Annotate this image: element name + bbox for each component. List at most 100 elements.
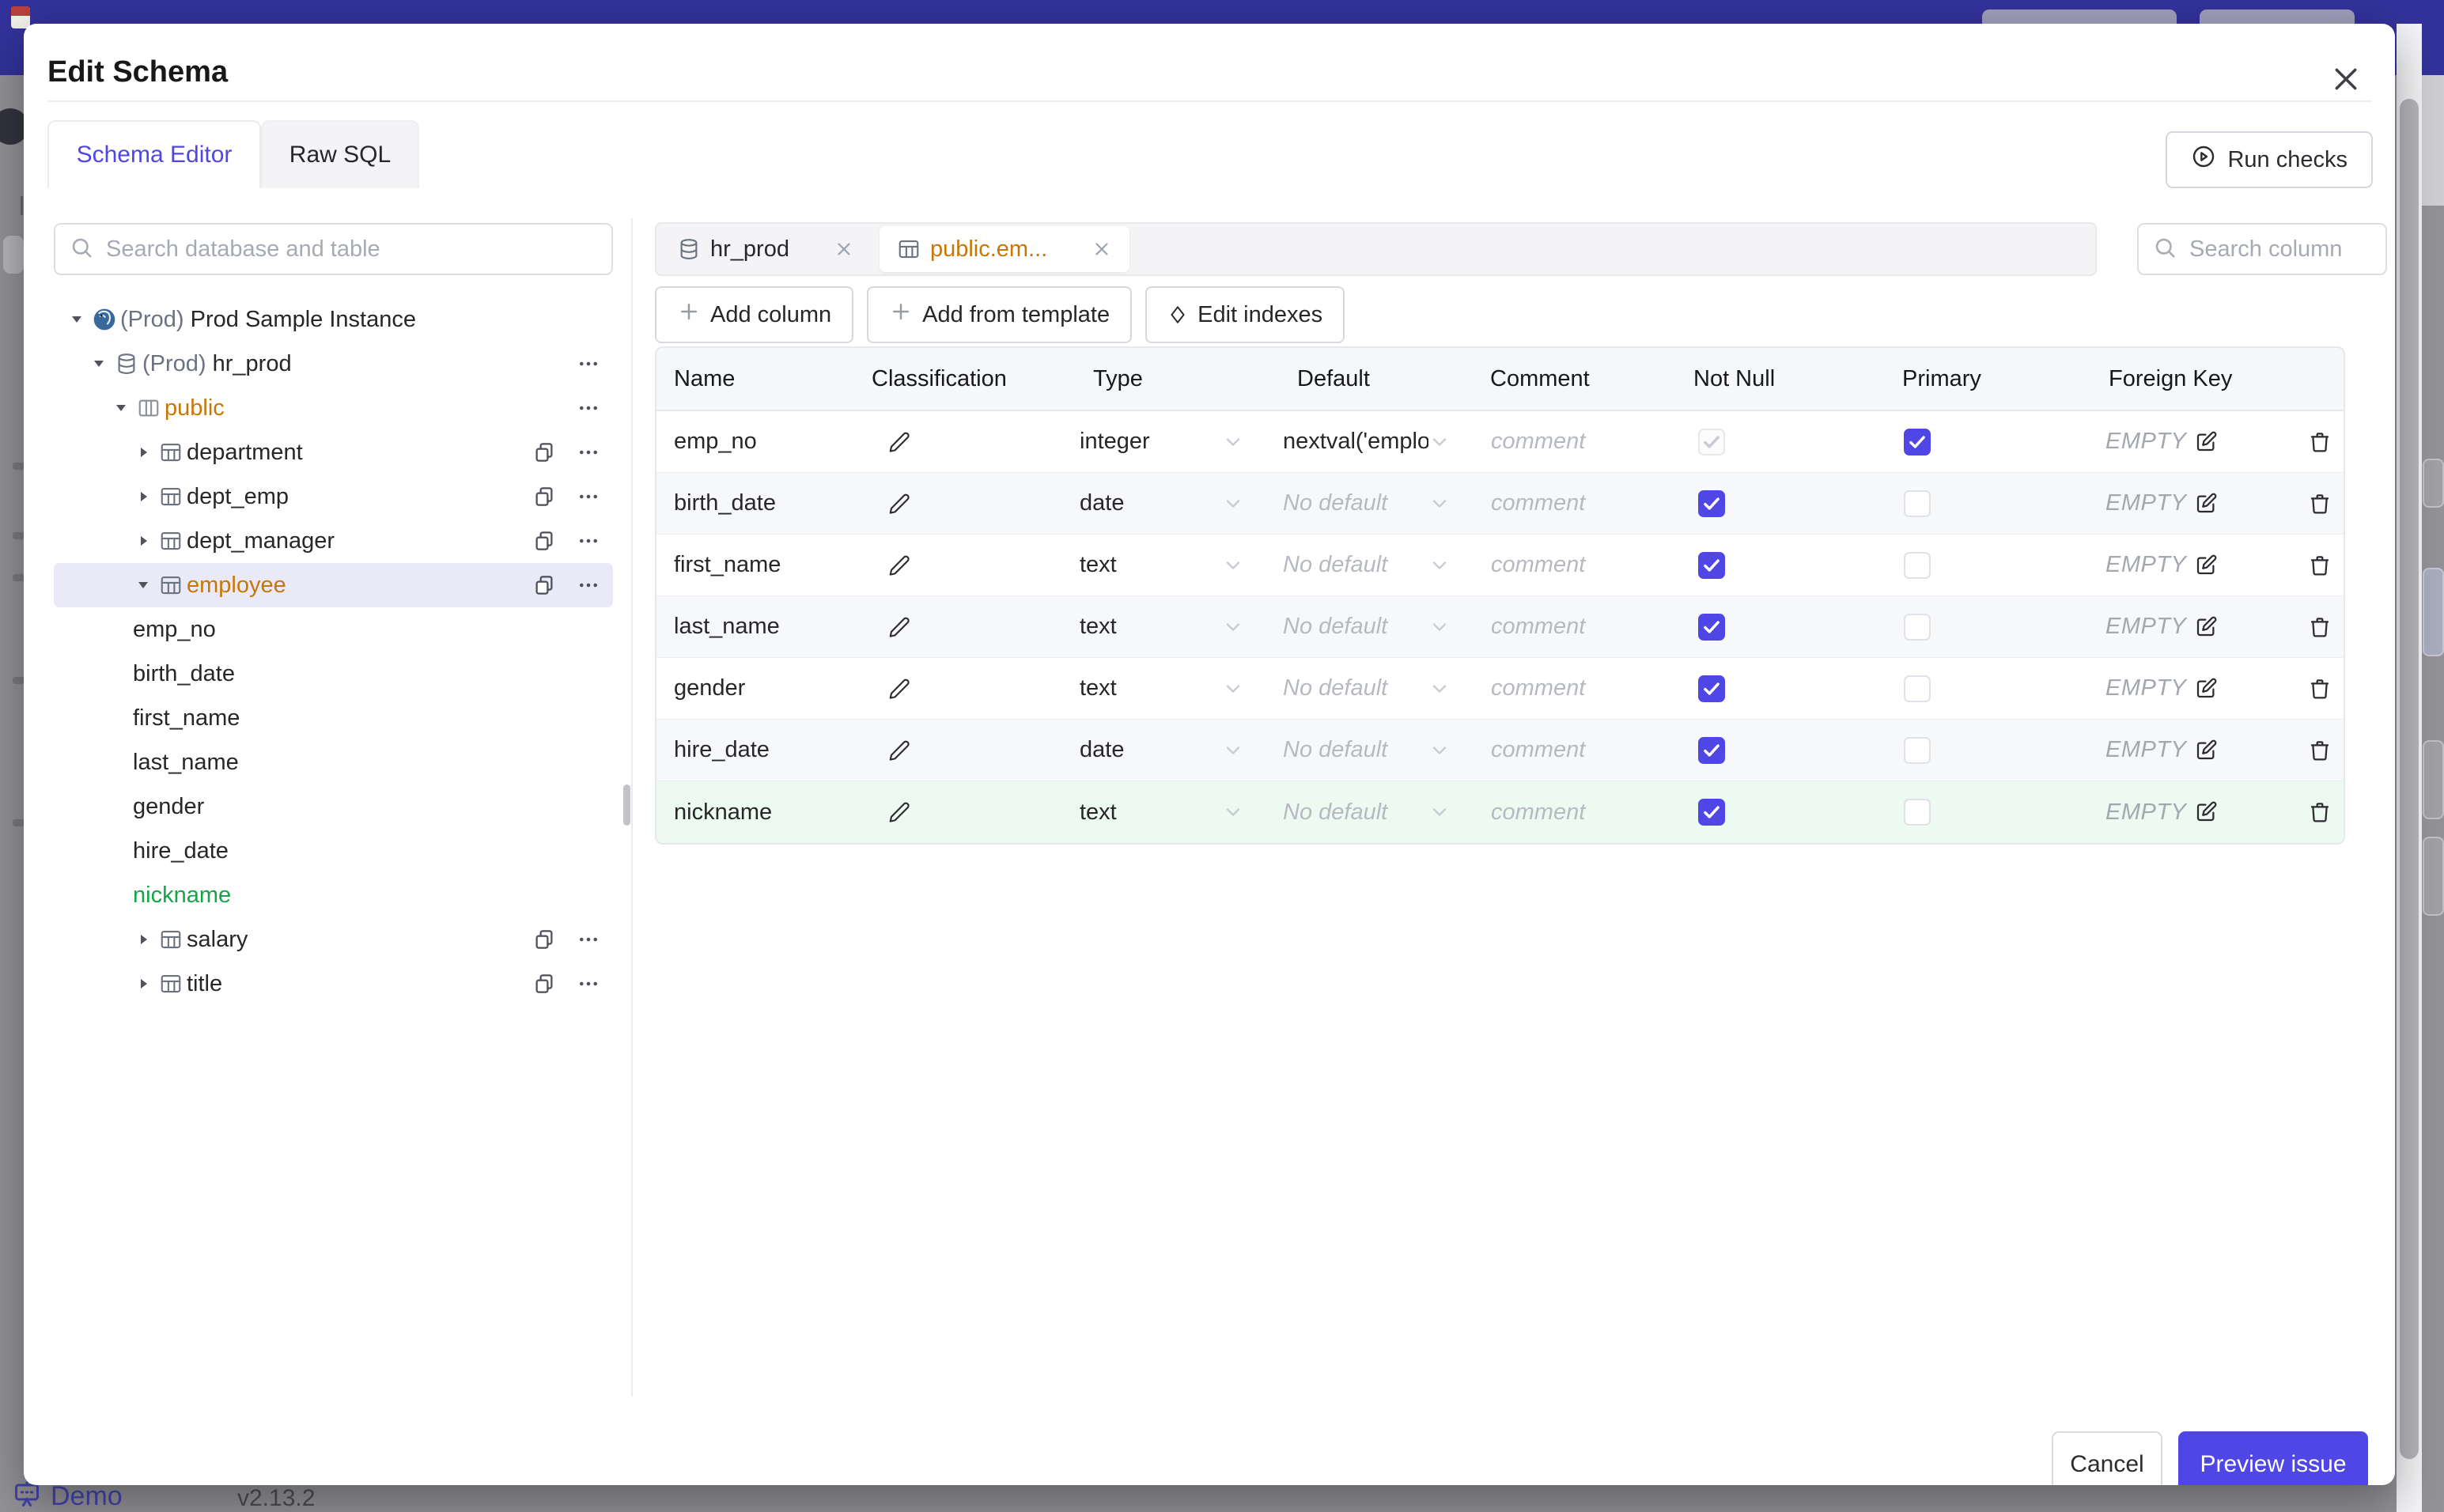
checkbox-checked[interactable] [1698, 736, 1725, 764]
tree-item-title[interactable]: title [54, 962, 613, 1006]
comment-input[interactable]: comment [1481, 781, 1674, 843]
comment-input[interactable]: comment [1481, 658, 1674, 719]
more-options-icon[interactable] [577, 928, 600, 951]
caret-right-icon[interactable] [131, 489, 155, 505]
caret-down-icon[interactable] [87, 356, 111, 372]
more-options-icon[interactable] [577, 352, 600, 376]
default-select[interactable]: No default [1262, 781, 1481, 843]
page-scrollbar-thumb[interactable] [2400, 99, 2419, 1459]
delete-column-icon[interactable] [2307, 799, 2332, 825]
copy-icon[interactable] [532, 928, 556, 951]
type-select[interactable]: text [1056, 658, 1262, 719]
close-icon[interactable] [2329, 62, 2363, 96]
tree-item-department[interactable]: department [54, 430, 613, 474]
pencil-icon[interactable] [887, 800, 911, 824]
tree-column-birth_date[interactable]: birth_date [54, 652, 613, 696]
copy-icon[interactable] [532, 972, 556, 996]
caret-down-icon[interactable] [109, 400, 133, 416]
edit-fk-icon[interactable] [2194, 615, 2218, 639]
pencil-icon[interactable] [887, 677, 911, 701]
comment-input[interactable]: comment [1481, 473, 1674, 534]
more-options-icon[interactable] [577, 440, 600, 464]
checkbox-checked[interactable] [1698, 428, 1725, 455]
comment-input[interactable]: comment [1481, 720, 1674, 781]
tab-hr-prod[interactable]: hr_prod [660, 226, 872, 272]
edit-indexes-button[interactable]: Edit indexes [1145, 286, 1345, 343]
close-tab-icon[interactable] [834, 239, 854, 259]
pencil-icon[interactable] [887, 615, 911, 639]
column-name-cell[interactable]: nickname [656, 781, 849, 843]
tree-column-last_name[interactable]: last_name [54, 740, 613, 784]
type-select[interactable]: text [1056, 535, 1262, 595]
caret-down-icon[interactable] [131, 577, 155, 593]
tree-search-input[interactable] [104, 235, 597, 263]
checkbox-checked[interactable] [1698, 551, 1725, 579]
column-name-cell[interactable]: last_name [656, 596, 849, 657]
delete-column-icon[interactable] [2307, 553, 2332, 578]
type-select[interactable]: text [1056, 781, 1262, 843]
add-from-template-button[interactable]: Add from template [867, 286, 1133, 343]
default-select[interactable]: No default [1262, 596, 1481, 657]
comment-input[interactable]: comment [1481, 535, 1674, 595]
checkbox[interactable] [1904, 736, 1931, 764]
caret-right-icon[interactable] [131, 976, 155, 992]
caret-right-icon[interactable] [131, 533, 155, 549]
checkbox-checked[interactable] [1698, 613, 1725, 641]
more-options-icon[interactable] [577, 529, 600, 553]
comment-input[interactable]: comment [1481, 596, 1674, 657]
more-options-icon[interactable] [577, 972, 600, 996]
tree-column-gender[interactable]: gender [54, 784, 613, 829]
caret-right-icon[interactable] [131, 932, 155, 947]
copy-icon[interactable] [532, 573, 556, 597]
comment-input[interactable]: comment [1481, 411, 1674, 472]
delete-column-icon[interactable] [2307, 491, 2332, 516]
default-select[interactable]: No default [1262, 720, 1481, 781]
column-name-cell[interactable]: emp_no [656, 411, 849, 472]
edit-fk-icon[interactable] [2194, 739, 2218, 762]
checkbox-checked[interactable] [1698, 490, 1725, 517]
type-select[interactable]: integer [1056, 411, 1262, 472]
delete-column-icon[interactable] [2307, 738, 2332, 763]
checkbox[interactable] [1904, 490, 1931, 517]
delete-column-icon[interactable] [2307, 614, 2332, 640]
checkbox-checked[interactable] [1698, 799, 1725, 826]
pencil-icon[interactable] [887, 430, 911, 454]
edit-fk-icon[interactable] [2194, 430, 2218, 454]
pencil-icon[interactable] [887, 739, 911, 762]
checkbox[interactable] [1904, 613, 1931, 641]
run-checks-button[interactable]: Run checks [2166, 131, 2373, 188]
edit-fk-icon[interactable] [2194, 492, 2218, 516]
close-tab-icon[interactable] [1091, 239, 1112, 259]
pencil-icon[interactable] [887, 492, 911, 516]
column-name-cell[interactable]: birth_date [656, 473, 849, 534]
checkbox[interactable] [1904, 799, 1931, 826]
tree-column-first_name[interactable]: first_name [54, 696, 613, 740]
column-name-cell[interactable]: gender [656, 658, 849, 719]
tab-raw-sql[interactable]: Raw SQL [261, 120, 419, 188]
type-select[interactable]: text [1056, 596, 1262, 657]
tab-public-employee[interactable]: public.em... [879, 226, 1130, 272]
checkbox[interactable] [1904, 675, 1931, 702]
type-select[interactable]: date [1056, 473, 1262, 534]
delete-column-icon[interactable] [2307, 676, 2332, 701]
add-column-button[interactable]: Add column [655, 286, 854, 343]
checkbox-checked[interactable] [1698, 675, 1725, 702]
tree-column-hire_date[interactable]: hire_date [54, 829, 613, 873]
cancel-button[interactable]: Cancel [2052, 1431, 2162, 1485]
edit-fk-icon[interactable] [2194, 800, 2218, 824]
tree-column-emp_no[interactable]: emp_no [54, 607, 613, 652]
default-select[interactable]: No default [1262, 473, 1481, 534]
tree-item-employee[interactable]: employee [54, 563, 613, 607]
pencil-icon[interactable] [887, 554, 911, 577]
default-select[interactable]: nextval('employ [1262, 411, 1481, 472]
default-select[interactable]: No default [1262, 658, 1481, 719]
column-name-cell[interactable]: first_name [656, 535, 849, 595]
tree-item-dept_manager[interactable]: dept_manager [54, 519, 613, 563]
caret-down-icon[interactable] [65, 312, 89, 327]
delete-column-icon[interactable] [2307, 429, 2332, 455]
tree-column-nickname[interactable]: nickname [54, 873, 613, 917]
checkbox-checked[interactable] [1904, 428, 1931, 455]
copy-icon[interactable] [532, 485, 556, 508]
tree-item-public[interactable]: public [54, 386, 613, 430]
column-search-input[interactable] [2188, 235, 2395, 263]
